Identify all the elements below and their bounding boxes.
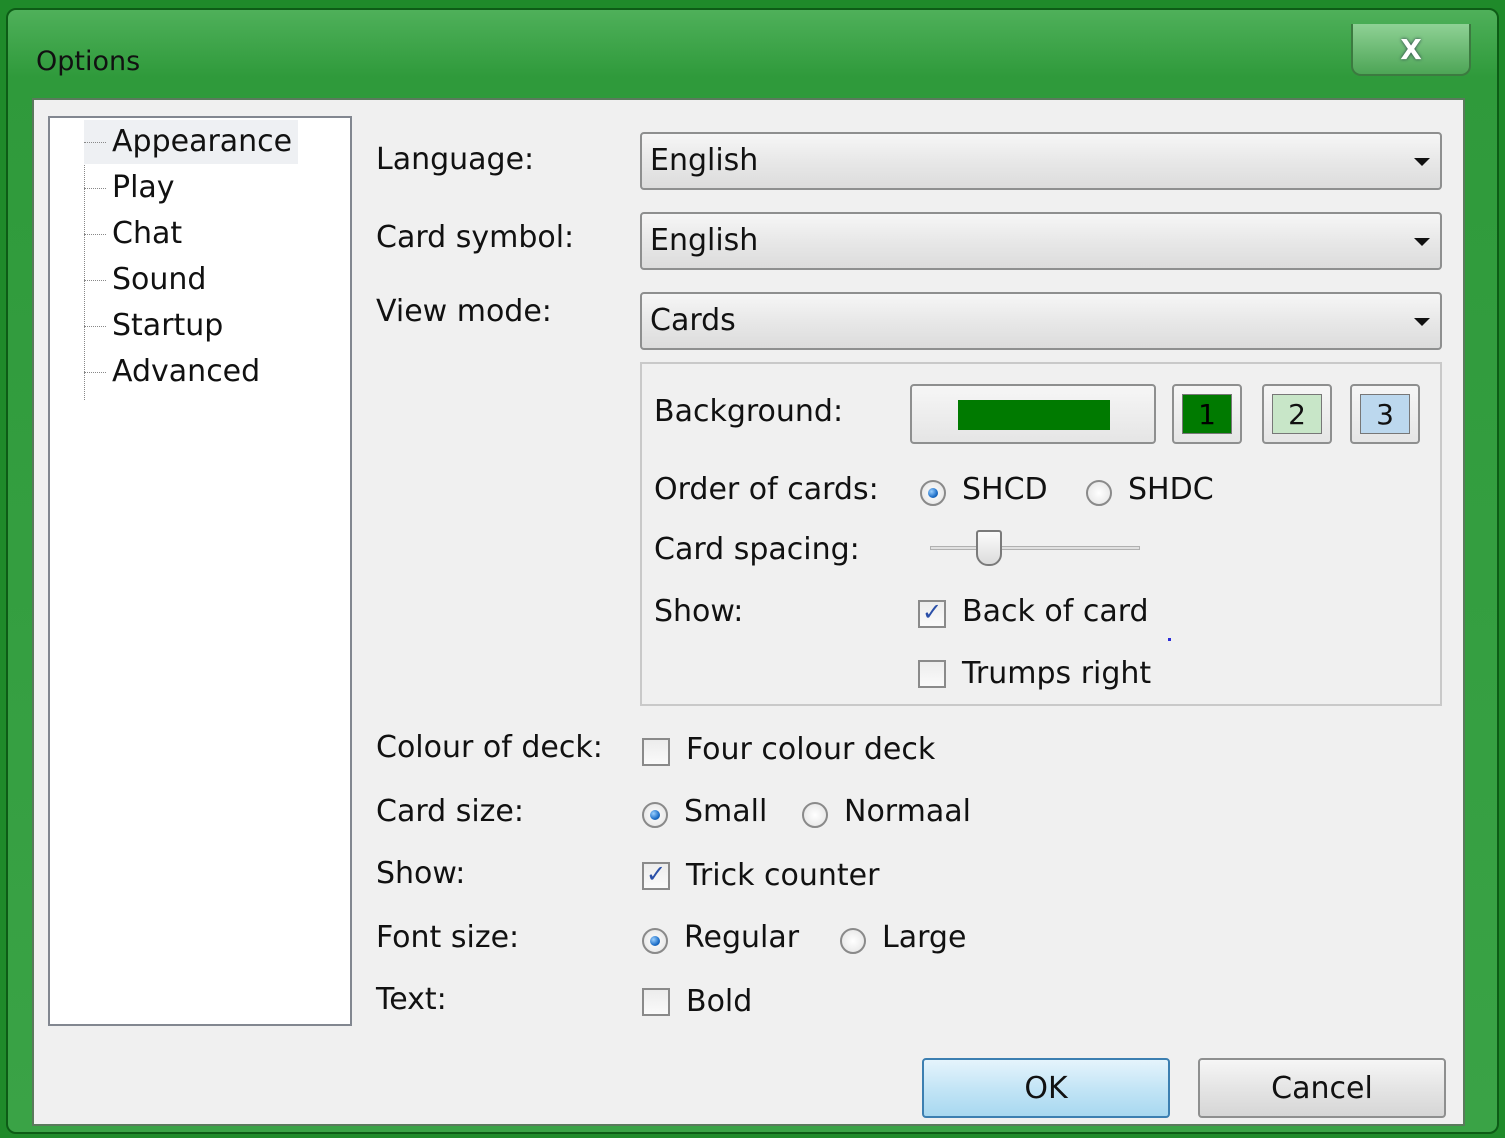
card-spacing-slider-track[interactable] <box>930 546 1140 550</box>
background-preset-2-button[interactable]: 2 <box>1262 384 1332 444</box>
view-mode-label: View mode: <box>376 294 552 329</box>
ok-button[interactable]: OK <box>922 1058 1170 1118</box>
card-size-small-radio[interactable] <box>642 802 668 828</box>
preset-1-label: 1 <box>1182 394 1232 434</box>
four-colour-deck-label[interactable]: Four colour deck <box>686 732 935 767</box>
language-value: English <box>650 143 759 178</box>
trumps-right-checkbox[interactable] <box>918 660 946 688</box>
preset-2-label: 2 <box>1272 394 1322 434</box>
trumps-right-label[interactable]: Trumps right <box>962 656 1151 691</box>
options-window: Options X Appearance Play Chat Sound Sta… <box>6 8 1499 1134</box>
order-shdc-label[interactable]: SHDC <box>1128 472 1214 507</box>
order-shdc-radio[interactable] <box>1086 480 1112 506</box>
cancel-button[interactable]: Cancel <box>1198 1058 1446 1118</box>
background-label: Background: <box>654 394 844 429</box>
card-size-small-label[interactable]: Small <box>684 794 767 829</box>
cards-show-label: Show: <box>654 594 744 629</box>
font-size-regular-label[interactable]: Regular <box>684 920 799 955</box>
preset-3-label: 3 <box>1360 394 1410 434</box>
tree-item-sound[interactable]: Sound <box>84 258 212 302</box>
view-mode-select[interactable]: Cards <box>640 292 1442 350</box>
colour-of-deck-label: Colour of deck: <box>376 730 603 765</box>
font-size-large-radio[interactable] <box>840 928 866 954</box>
background-color-button[interactable] <box>910 384 1156 444</box>
show-label: Show: <box>376 856 466 891</box>
order-shcd-label[interactable]: SHCD <box>962 472 1048 507</box>
font-size-label: Font size: <box>376 920 520 955</box>
close-button[interactable]: X <box>1351 24 1471 76</box>
window-title: Options <box>36 46 141 77</box>
card-symbol-select[interactable]: English <box>640 212 1442 270</box>
order-of-cards-label: Order of cards: <box>654 472 879 507</box>
title-bar[interactable]: Options X <box>8 10 1497 98</box>
background-preset-1-button[interactable]: 1 <box>1172 384 1242 444</box>
close-icon: X <box>1400 32 1422 66</box>
chevron-down-icon <box>1414 238 1430 246</box>
background-preset-3-button[interactable]: 3 <box>1350 384 1420 444</box>
text-label: Text: <box>376 982 447 1017</box>
trick-counter-label[interactable]: Trick counter <box>686 858 879 893</box>
chevron-down-icon <box>1414 158 1430 166</box>
back-of-card-label[interactable]: Back of card <box>962 594 1149 629</box>
bold-label[interactable]: Bold <box>686 984 752 1019</box>
four-colour-deck-checkbox[interactable] <box>642 738 670 766</box>
card-size-label: Card size: <box>376 794 524 829</box>
tree-item-play[interactable]: Play <box>84 166 181 210</box>
view-mode-value: Cards <box>650 303 736 338</box>
card-size-normaal-radio[interactable] <box>802 802 828 828</box>
card-symbol-value: English <box>650 223 759 258</box>
bold-checkbox[interactable] <box>642 988 670 1016</box>
chevron-down-icon <box>1414 318 1430 326</box>
dialog-client-area: Appearance Play Chat Sound Startup Advan… <box>32 98 1465 1126</box>
stray-pixel <box>1168 638 1171 641</box>
language-label: Language: <box>376 142 535 177</box>
language-select[interactable]: English <box>640 132 1442 190</box>
background-color-swatch <box>958 400 1110 430</box>
tree-item-advanced[interactable]: Advanced <box>84 350 266 394</box>
tree-item-startup[interactable]: Startup <box>84 304 229 348</box>
card-spacing-label: Card spacing: <box>654 532 860 567</box>
category-tree[interactable]: Appearance Play Chat Sound Startup Advan… <box>48 116 352 1026</box>
tree-item-appearance[interactable]: Appearance <box>84 120 299 164</box>
back-of-card-checkbox[interactable] <box>918 598 946 628</box>
font-size-large-label[interactable]: Large <box>882 920 966 955</box>
order-shcd-radio[interactable] <box>920 480 946 506</box>
trick-counter-checkbox[interactable] <box>642 860 670 890</box>
card-size-normaal-label[interactable]: Normaal <box>844 794 971 829</box>
tree-item-chat[interactable]: Chat <box>84 212 188 256</box>
font-size-regular-radio[interactable] <box>642 928 668 954</box>
card-spacing-slider-thumb[interactable] <box>975 530 1002 566</box>
card-symbol-label: Card symbol: <box>376 220 575 255</box>
